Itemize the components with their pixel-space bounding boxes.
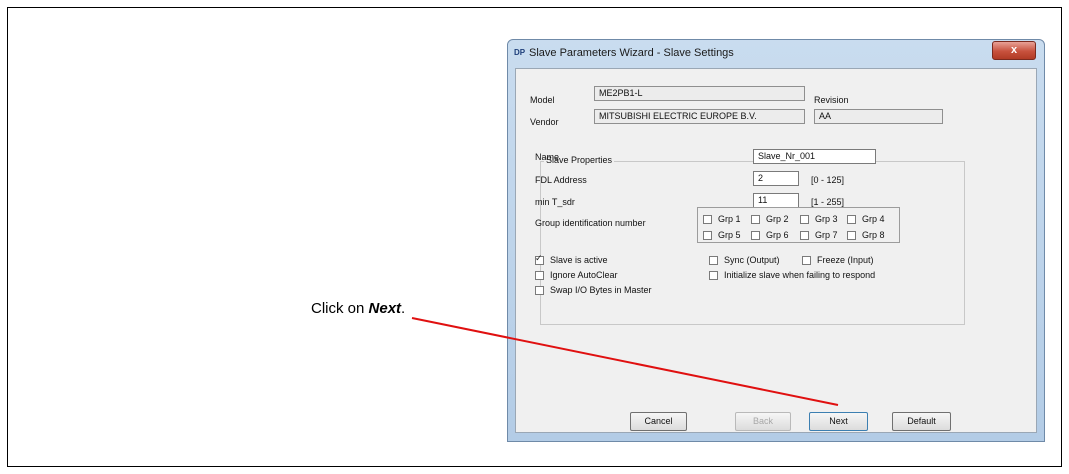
callout-pointer-line [411,317,839,406]
pointer-line-icon [411,317,839,406]
